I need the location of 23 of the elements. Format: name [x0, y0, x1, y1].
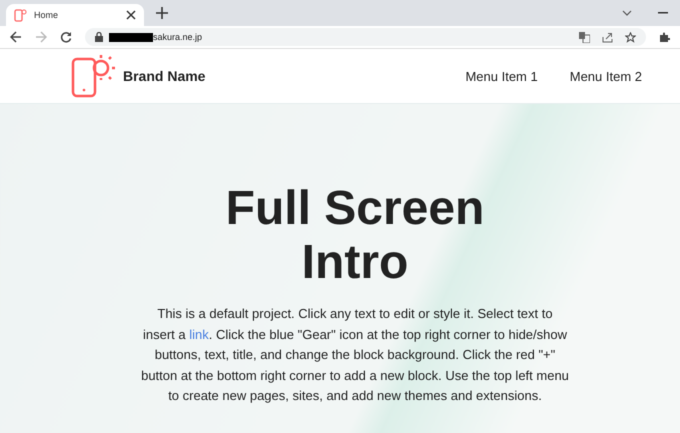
tab-title: Home — [34, 10, 60, 20]
reload-icon[interactable] — [60, 31, 72, 43]
menu-item[interactable]: Menu Item 2 — [570, 68, 642, 84]
phone-sun-logo-icon[interactable] — [70, 53, 116, 99]
translate-icon[interactable] — [579, 32, 590, 42]
phone-icon — [14, 8, 28, 22]
chevron-down-icon[interactable] — [622, 10, 632, 16]
address-field[interactable]: sakura.ne.jp — [85, 28, 646, 46]
back-icon[interactable] — [10, 31, 22, 43]
brand-name[interactable]: Brand Name — [123, 68, 206, 84]
close-icon[interactable] — [126, 10, 136, 20]
plus-icon[interactable] — [156, 7, 168, 19]
lock-icon — [95, 32, 103, 42]
menu-item[interactable]: Menu Item 1 — [465, 68, 538, 84]
redaction-bar — [109, 32, 153, 42]
share-icon[interactable] — [602, 32, 613, 42]
hero-title: Full Screen Intro — [224, 182, 486, 290]
star-icon[interactable] — [625, 32, 636, 42]
hero-paragraph: This is a default project. Click any text to edit or style it. Select text to insert a link. Click the blue "Gear" icon at the top right corner to hide/show buttons, text, title, and change the block background. Click the red "+" button at the bottom right corner to add a new block. Use the top left menu to create new pages, sites, and add new themes and extensions. — [140, 305, 570, 405]
link[interactable]: link — [189, 326, 209, 342]
puzzle-icon[interactable] — [659, 32, 670, 42]
minimize-icon[interactable] — [658, 12, 668, 14]
browser-tab[interactable]: Home — [6, 4, 144, 26]
